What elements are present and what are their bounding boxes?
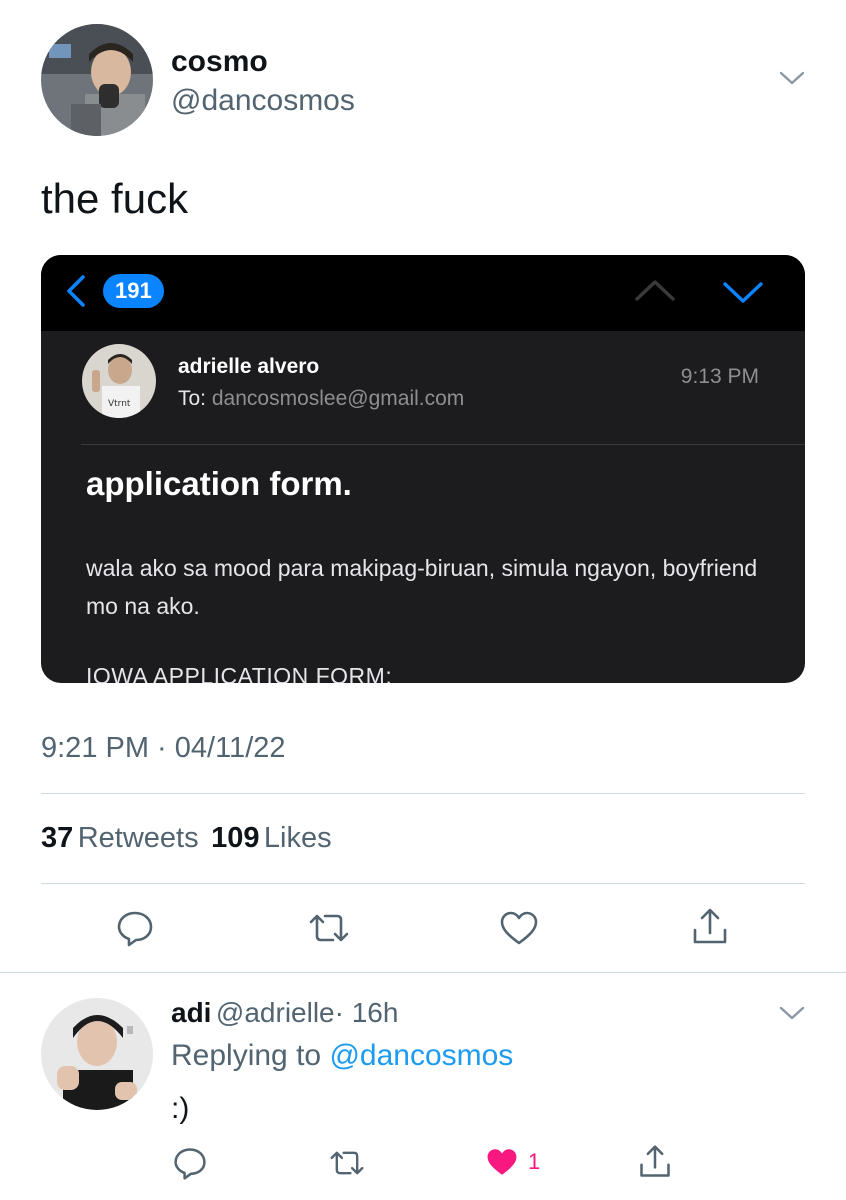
recipient-line: To: dancosmoslee@gmail.com	[178, 387, 464, 411]
tweet-text: the fuck	[41, 175, 189, 222]
retweets-count[interactable]: 37	[41, 822, 73, 854]
reply-age: · 16h	[334, 997, 399, 1028]
to-label: To:	[178, 387, 207, 410]
mail-time: 9:13 PM	[680, 365, 759, 388]
retweet-icon	[330, 1151, 364, 1175]
sender-avatar: Vtrnt	[82, 344, 156, 418]
divider	[41, 883, 805, 884]
author-name[interactable]: cosmo	[171, 45, 268, 79]
svg-text:Vtrnt: Vtrnt	[108, 399, 131, 409]
replying-to-label: Replying to	[171, 1039, 322, 1072]
mail-divider	[81, 444, 805, 445]
retweet-icon	[309, 914, 349, 942]
chevron-up-icon	[633, 277, 677, 308]
replying-to-line: Replying to @dancosmos	[171, 1039, 513, 1073]
likes-count[interactable]: 109	[211, 822, 259, 854]
reply-retweet-button[interactable]	[328, 1146, 366, 1180]
reply-reply-button[interactable]	[172, 1145, 208, 1181]
author-handle[interactable]: @dancosmos	[171, 84, 355, 118]
reply-button[interactable]	[115, 908, 155, 948]
sender-name: adrielle alvero	[178, 355, 320, 378]
replying-to-handle[interactable]: @dancosmos	[329, 1039, 513, 1072]
divider	[41, 793, 805, 794]
chevron-down-icon	[721, 279, 765, 310]
mail-subject: application form.	[86, 465, 352, 502]
chevron-left-icon	[63, 273, 89, 314]
reply-text: :)	[171, 1092, 190, 1125]
reply-author-handle[interactable]: @adrielle	[216, 997, 335, 1028]
section-divider	[0, 972, 846, 973]
reply-like-button[interactable]: 1	[484, 1145, 540, 1179]
unread-badge: 191	[103, 274, 164, 308]
reply-author-name[interactable]: adi	[171, 997, 211, 1028]
comment-icon	[174, 1148, 206, 1180]
reply-header: adi @adrielle· 16h	[171, 997, 398, 1029]
share-icon	[640, 1145, 670, 1177]
reply-like-count: 1	[528, 1149, 541, 1174]
like-button[interactable]	[498, 908, 540, 948]
share-icon	[693, 908, 727, 944]
tweet-stats: 37 Retweets 109 Likes	[41, 822, 332, 855]
mail-body-cut-line: IOWA APPLICATION FORM:	[86, 663, 393, 683]
recipient-address: dancosmoslee@gmail.com	[211, 387, 465, 410]
mail-body: wala ako sa mood para makipag-biruan, si…	[86, 555, 758, 619]
retweet-button[interactable]	[307, 908, 351, 948]
chevron-down-icon[interactable]	[777, 1002, 807, 1024]
comment-icon	[117, 911, 153, 947]
likes-label[interactable]: Likes	[264, 822, 332, 854]
heart-icon	[500, 911, 538, 945]
reply-share-button[interactable]	[637, 1143, 673, 1181]
author-avatar[interactable]	[41, 24, 153, 136]
email-screenshot[interactable]: 191 Vtrnt adrielle alvero To: dancosmosl…	[41, 255, 805, 683]
tweet-timestamp[interactable]: 9:21 PM · 04/11/22	[41, 732, 286, 765]
share-button[interactable]	[690, 906, 730, 948]
reply-author-avatar[interactable]	[41, 998, 153, 1110]
chevron-down-icon[interactable]	[777, 67, 807, 89]
retweets-label[interactable]: Retweets	[78, 822, 199, 854]
heart-icon	[487, 1149, 517, 1175]
